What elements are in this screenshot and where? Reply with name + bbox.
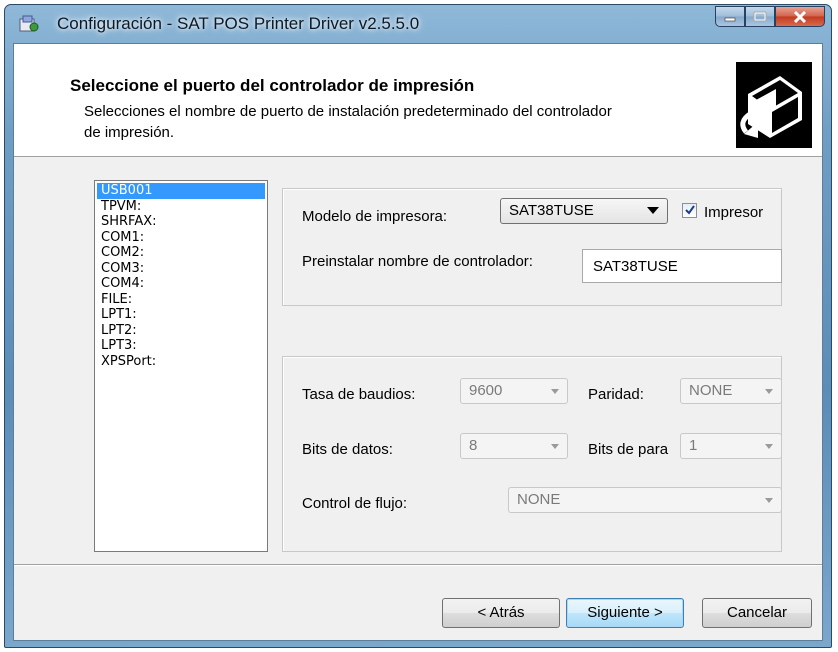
databits-label: Bits de datos: — [302, 441, 393, 458]
printer-checkbox-label: Impresor — [704, 204, 764, 221]
driver-name-value: SAT38TUSE — [593, 258, 678, 275]
dropdown-arrow-icon — [551, 389, 559, 394]
port-list-item[interactable]: LPT3: — [97, 338, 265, 354]
driver-name-input[interactable]: SAT38TUSE — [582, 249, 782, 283]
next-button[interactable]: Siguiente > — [566, 598, 684, 628]
minimize-icon — [724, 17, 736, 21]
port-listbox[interactable]: USB001 TPVM: SHRFAX: COM1: COM2: COM3: COM4: FI… — [94, 180, 268, 552]
preinstall-label: Preinstalar nombre de controlador: — [302, 253, 533, 270]
port-list-item[interactable]: COM1: — [97, 230, 265, 246]
port-list-item[interactable]: FILE: — [97, 292, 265, 308]
parity-label: Paridad: — [588, 386, 644, 403]
page-subtitle-line2: de impresión. — [84, 124, 175, 141]
dropdown-arrow-icon — [765, 444, 773, 449]
dialog-client-area: Seleccione el puerto del controlador de … — [13, 43, 823, 641]
footer-divider — [14, 564, 822, 566]
minimize-button[interactable] — [715, 6, 745, 27]
printer-model-select[interactable]: SAT38TUSE — [500, 198, 668, 224]
app-installer-icon — [19, 15, 39, 33]
port-list-item[interactable]: LPT1: — [97, 307, 265, 323]
close-button[interactable] — [775, 6, 825, 27]
caption-buttons — [715, 6, 825, 27]
port-list-item[interactable]: COM3: — [97, 261, 265, 277]
back-button[interactable]: < Atrás — [442, 598, 560, 628]
port-list-item[interactable]: TPVM: — [97, 199, 265, 215]
checkmark-icon — [685, 205, 695, 215]
cancel-button-label: Cancelar — [726, 604, 788, 621]
back-button-label: < Atrás — [477, 604, 525, 621]
baud-value: 9600 — [469, 382, 503, 399]
dropdown-arrow-icon — [765, 389, 773, 394]
page-title: Seleccione el puerto del controlador de … — [70, 76, 475, 95]
dropdown-arrow-icon — [765, 498, 773, 503]
port-list-item[interactable]: XPSPort: — [97, 354, 265, 370]
stopbits-value: 1 — [689, 437, 698, 454]
port-list-item[interactable]: COM2: — [97, 245, 265, 261]
port-list-item[interactable]: USB001 — [97, 183, 265, 199]
printer-checkbox[interactable] — [682, 203, 697, 218]
next-button-label: Siguiente > — [587, 604, 663, 621]
databits-select[interactable]: 8 — [460, 433, 568, 459]
maximize-button[interactable] — [745, 6, 775, 27]
printer-install-icon — [736, 62, 812, 148]
maximize-icon — [753, 11, 767, 22]
port-list-item[interactable]: SHRFAX: — [97, 214, 265, 230]
flow-control-select[interactable]: NONE — [508, 487, 782, 513]
title-bar[interactable]: Configuración - SAT POS Printer Driver v… — [5, 5, 831, 43]
window-title: Configuración - SAT POS Printer Driver v… — [57, 14, 420, 33]
databits-value: 8 — [469, 437, 478, 454]
printer-model-value: SAT38TUSE — [509, 202, 594, 219]
installer-window: Configuración - SAT POS Printer Driver v… — [4, 4, 832, 648]
page-subtitle-line1: Selecciones el nombre de puerto de insta… — [84, 103, 612, 120]
flow-value: NONE — [517, 491, 561, 508]
parity-select[interactable]: NONE — [680, 378, 782, 404]
model-label: Modelo de impresora: — [302, 208, 448, 225]
cancel-button[interactable]: Cancelar — [702, 598, 812, 628]
wizard-header: Seleccione el puerto del controlador de … — [14, 44, 822, 157]
flow-label: Control de flujo: — [302, 495, 408, 512]
port-list-item[interactable]: LPT2: — [97, 323, 265, 339]
dropdown-arrow-icon — [647, 207, 659, 214]
baud-label: Tasa de baudios: — [302, 386, 416, 403]
stopbits-label: Bits de para — [588, 441, 669, 458]
port-list-item[interactable]: COM4: — [97, 276, 265, 292]
close-icon — [793, 10, 807, 23]
baud-select[interactable]: 9600 — [460, 378, 568, 404]
stopbits-select[interactable]: 1 — [680, 433, 782, 459]
parity-value: NONE — [689, 382, 733, 399]
dropdown-arrow-icon — [551, 444, 559, 449]
